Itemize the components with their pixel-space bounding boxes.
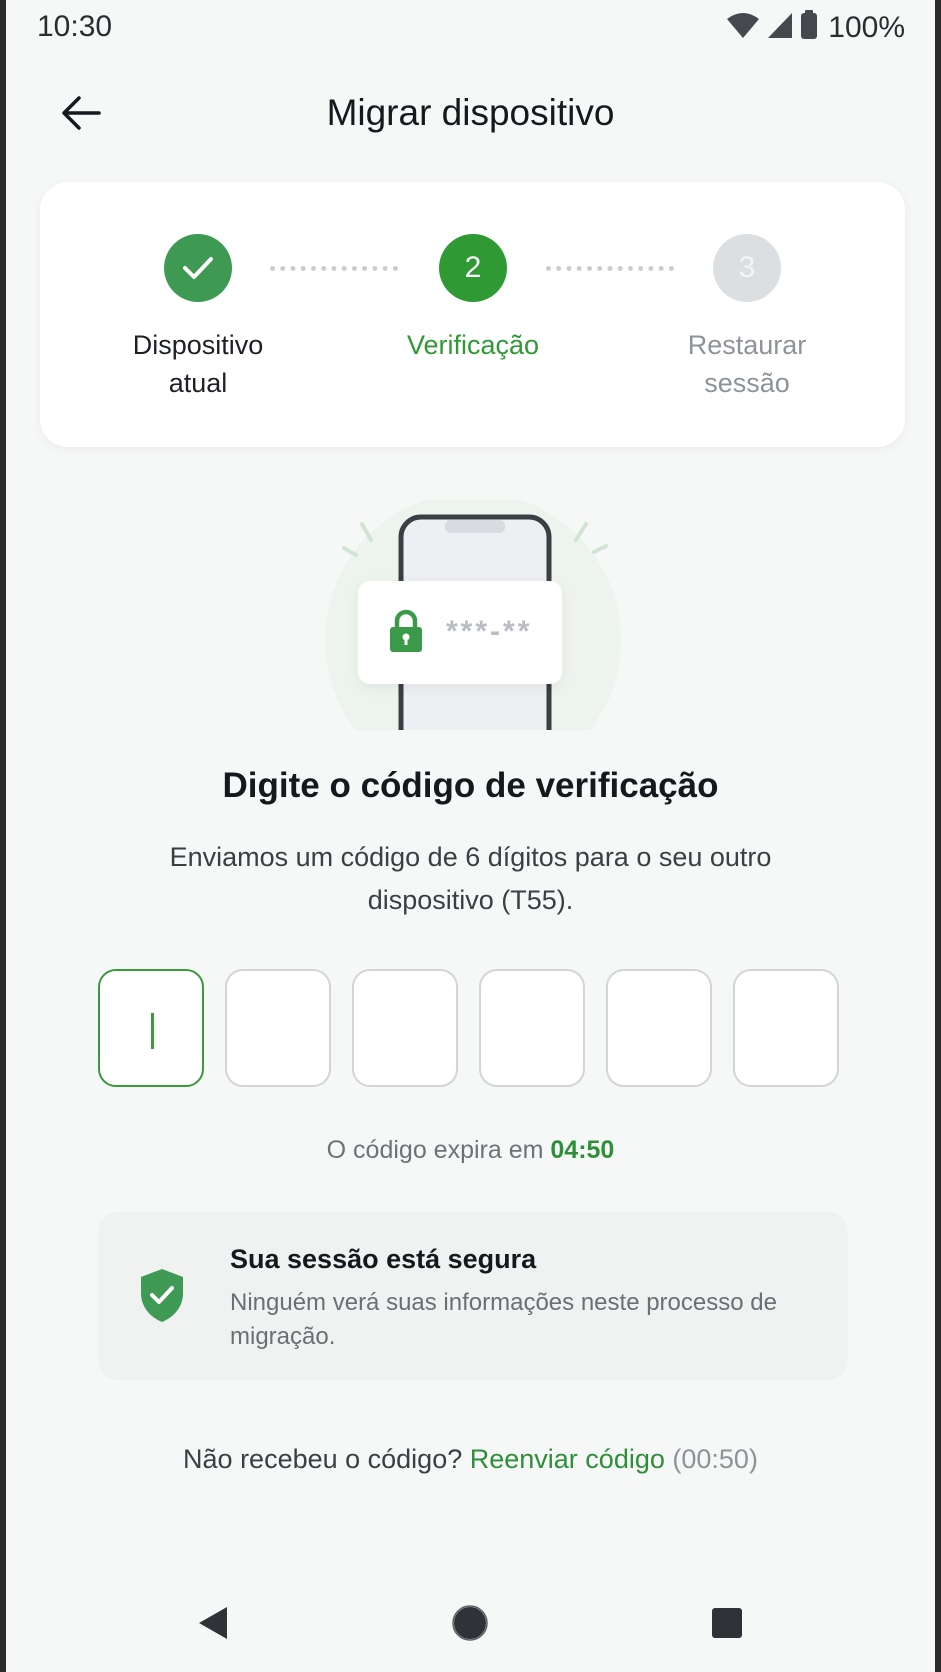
step-label: Dispositivo atual [132,330,264,398]
otp-digit-6[interactable] [733,969,839,1087]
step-label: Restaurar sessão [687,330,807,398]
otp-digit-2[interactable] [225,969,331,1087]
step-number-circle: 3 [713,234,781,302]
step-current-device: Dispositivo atual [88,234,308,402]
security-title: Sua sessão está segura [230,1244,537,1274]
resend-timer: (00:50) [672,1444,758,1474]
shield-check-icon [138,1267,186,1328]
step-completed-circle [164,234,232,302]
status-bar: 10:30 100% [6,0,935,56]
resend-row: Não recebeu o código? Reenviar código (0… [6,1444,935,1475]
otp-digit-5[interactable] [606,969,712,1087]
verification-description: Enviamos um código de 6 dígitos para o s… [169,842,772,915]
nav-home-button[interactable] [445,1598,495,1648]
step-label: Verificação [406,330,540,360]
status-icons: 100% [726,10,905,45]
battery-percentage: 100% [828,10,905,44]
code-expiry: O código expira em 04:50 [326,1136,615,1164]
nav-back-button[interactable] [188,1598,238,1648]
screen: 10:30 100% Migrar dispositivo Dispositiv… [6,0,935,1672]
masked-code: ***-** [446,615,533,648]
otp-digit-3[interactable] [352,969,458,1087]
step-restore-session: 3 Restaurar sessão [637,234,857,402]
otp-input-group [98,969,848,1087]
page-title: Migrar dispositivo [326,92,615,133]
otp-digit-1[interactable] [98,969,204,1087]
signal-icon [766,11,794,44]
app-bar: Migrar dispositivo [6,72,935,156]
verification-heading: Digite o código de verificação [222,766,719,805]
system-navigation-bar [6,1580,935,1672]
security-body: Ninguém verá suas informações neste proc… [230,1289,777,1350]
expiry-countdown: 04:50 [550,1136,615,1164]
nav-recents-button[interactable] [702,1598,752,1648]
step-verification: 2 Verificação [363,234,583,364]
lock-icon [388,609,424,658]
resend-code-link[interactable]: Reenviar código [470,1444,665,1474]
stepper-card: Dispositivo atual 2 Verificação 3 Restau… [40,182,905,447]
otp-digit-4[interactable] [479,969,585,1087]
battery-icon [800,10,818,45]
security-info-card: Sua sessão está segura Ninguém verá suas… [98,1212,848,1380]
square-recents-icon [712,1608,742,1638]
circle-home-icon [452,1605,488,1641]
text-cursor [151,1013,154,1049]
phone-lock-illustration: ***-** [316,500,626,730]
wifi-icon [726,11,760,44]
code-card: ***-** [358,581,562,684]
step-number-circle: 2 [439,234,507,302]
triangle-back-icon [199,1607,227,1639]
check-icon [183,257,213,279]
resend-prompt: Não recebeu o código? [183,1444,463,1474]
status-time: 10:30 [37,10,113,43]
